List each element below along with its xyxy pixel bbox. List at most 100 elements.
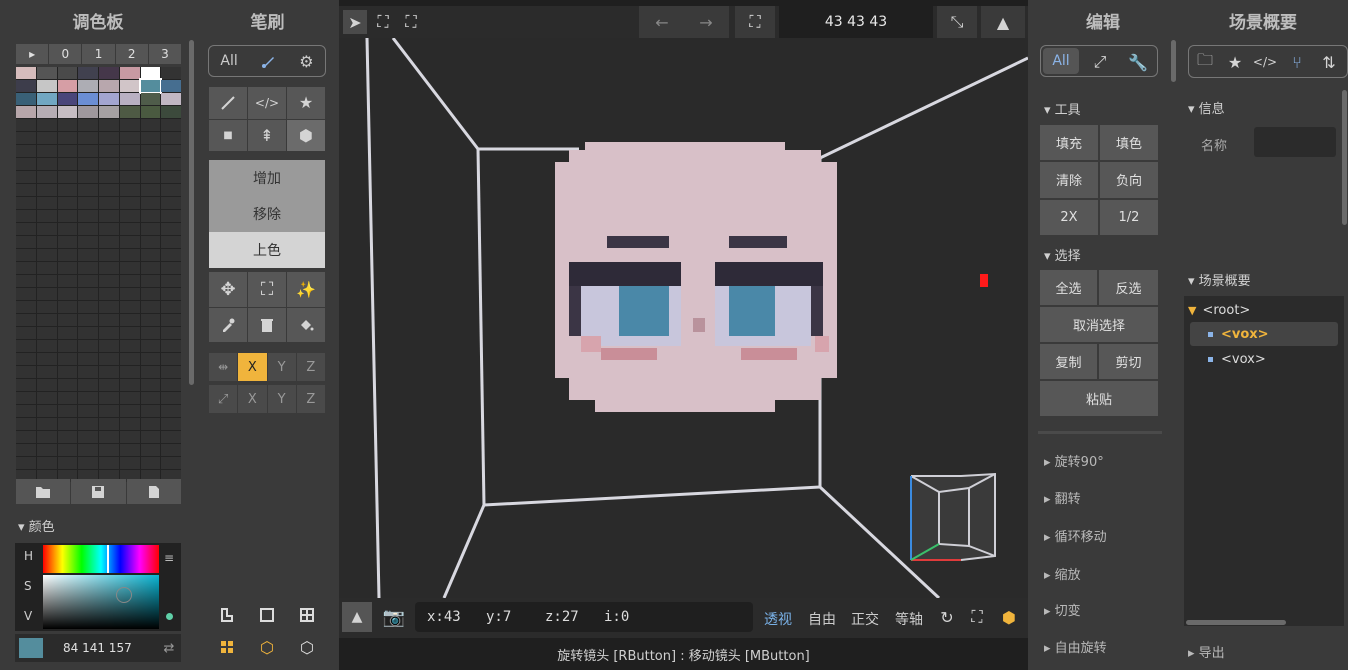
palette-swatch[interactable] bbox=[140, 210, 161, 222]
flip-section[interactable]: ▸ 翻转 bbox=[1044, 488, 1081, 507]
palette-swatch[interactable] bbox=[78, 405, 98, 417]
paint-bucket-icon[interactable] bbox=[287, 307, 325, 342]
palette-swatch[interactable] bbox=[36, 67, 57, 79]
rotate90-section[interactable]: ▸ 旋转90° bbox=[1044, 451, 1104, 470]
palette-swatch[interactable] bbox=[16, 392, 36, 404]
palette-swatch[interactable] bbox=[161, 275, 181, 287]
palette-swatch[interactable] bbox=[99, 93, 119, 105]
palette-swatch[interactable] bbox=[119, 171, 140, 183]
dimension-display[interactable]: 43 43 43 bbox=[779, 6, 933, 38]
palette-swatch[interactable] bbox=[161, 301, 181, 313]
palette-swatch[interactable] bbox=[119, 353, 140, 365]
palette-swatch[interactable] bbox=[140, 444, 161, 456]
palette-swatch[interactable] bbox=[16, 327, 36, 339]
palette-swatch[interactable] bbox=[57, 119, 78, 131]
palette-swatch[interactable] bbox=[36, 262, 57, 274]
palette-swatch[interactable] bbox=[99, 457, 119, 469]
palette-swatch[interactable] bbox=[36, 366, 57, 378]
palette-swatch[interactable] bbox=[161, 340, 181, 352]
palette-swatch[interactable] bbox=[99, 262, 119, 274]
palette-swatch[interactable] bbox=[78, 210, 98, 222]
move-icon[interactable]: ✥ bbox=[209, 272, 247, 307]
palette-swatch[interactable] bbox=[99, 405, 119, 417]
palette-swatch[interactable] bbox=[99, 145, 119, 157]
palette-swatch[interactable] bbox=[36, 210, 57, 222]
palette-swatch[interactable] bbox=[161, 67, 181, 79]
mirror-icon[interactable]: ⇹ bbox=[209, 353, 238, 381]
palette-swatch[interactable] bbox=[78, 457, 98, 469]
select-all-button[interactable]: 全选 bbox=[1040, 270, 1097, 305]
hue-strip[interactable] bbox=[43, 545, 159, 573]
palette-swatch[interactable] bbox=[78, 223, 98, 235]
palette-swatch[interactable] bbox=[36, 288, 57, 300]
palette-swatch[interactable] bbox=[161, 119, 181, 131]
orientation-gizmo[interactable] bbox=[905, 468, 1005, 568]
palette-swatch[interactable] bbox=[36, 353, 57, 365]
palette-swatch[interactable] bbox=[99, 366, 119, 378]
palette-swatch[interactable] bbox=[57, 392, 78, 404]
palette-swatch[interactable] bbox=[78, 67, 98, 79]
save-icon[interactable] bbox=[71, 479, 126, 504]
palette-swatch[interactable] bbox=[99, 327, 119, 339]
palette-swatch[interactable] bbox=[16, 457, 36, 469]
outline-section-header[interactable]: ▾ 场景概要 bbox=[1188, 270, 1251, 289]
palette-swatch[interactable] bbox=[78, 340, 98, 352]
wrench-icon[interactable]: 🔧 bbox=[1123, 50, 1153, 74]
palette-swatch[interactable] bbox=[119, 67, 140, 79]
pointer-icon[interactable]: ➤ bbox=[343, 10, 367, 34]
star-icon[interactable]: ★ bbox=[287, 87, 325, 119]
palette-swatch[interactable] bbox=[99, 444, 119, 456]
palette-swatch[interactable] bbox=[140, 249, 161, 261]
palette-swatch[interactable] bbox=[57, 67, 78, 79]
palette-swatch[interactable] bbox=[99, 275, 119, 287]
brush-filter-all[interactable]: All bbox=[220, 53, 237, 69]
fill-color-button[interactable]: 填色 bbox=[1100, 125, 1158, 161]
palette-swatch[interactable] bbox=[161, 379, 181, 391]
palette-swatch[interactable] bbox=[36, 236, 57, 248]
palette-swatch[interactable] bbox=[161, 145, 181, 157]
palette-swatch[interactable] bbox=[16, 301, 36, 313]
palette-swatch[interactable] bbox=[57, 171, 78, 183]
scale-z-toggle[interactable]: Z bbox=[296, 385, 325, 413]
resize-icon[interactable]: ⤢ bbox=[209, 385, 238, 413]
palette-swatch[interactable] bbox=[57, 275, 78, 287]
palette-swatch[interactable] bbox=[78, 418, 98, 430]
palette-swatch[interactable] bbox=[119, 405, 140, 417]
palette-swatch[interactable] bbox=[36, 457, 57, 469]
extrude-icon[interactable]: ⇞ bbox=[248, 119, 286, 151]
palette-swatch[interactable] bbox=[140, 353, 161, 365]
palette-swatch[interactable] bbox=[57, 80, 78, 92]
palette-swatch[interactable] bbox=[16, 366, 36, 378]
palette-swatch[interactable] bbox=[99, 106, 119, 118]
palette-swatch[interactable] bbox=[78, 353, 98, 365]
palette-swatch[interactable] bbox=[119, 288, 140, 300]
line-icon[interactable] bbox=[209, 87, 247, 119]
palette-swatch[interactable] bbox=[36, 392, 57, 404]
camera-icon[interactable]: 📷 bbox=[379, 602, 409, 632]
clear-button[interactable]: 清除 bbox=[1040, 162, 1098, 198]
select-box-icon[interactable]: ⛶ bbox=[248, 272, 286, 307]
palette-swatch[interactable] bbox=[57, 106, 78, 118]
palette-swatch[interactable] bbox=[161, 210, 181, 222]
palette-swatch[interactable] bbox=[78, 431, 98, 443]
tree-scrollbar-h[interactable] bbox=[1186, 620, 1286, 625]
cube-outline-icon[interactable]: ⬡ bbox=[256, 636, 278, 658]
palette-swatch[interactable] bbox=[119, 132, 140, 144]
mirror-x-toggle[interactable]: X bbox=[238, 353, 267, 381]
cube-view-icon[interactable]: ⬢ bbox=[998, 606, 1020, 628]
rgb-value[interactable]: 84 141 157 bbox=[63, 641, 132, 655]
palette-swatch[interactable] bbox=[161, 80, 181, 92]
trash-icon[interactable] bbox=[248, 307, 286, 342]
reset-view-icon[interactable]: ↻ bbox=[936, 606, 958, 628]
palette-swatch[interactable] bbox=[57, 301, 78, 313]
palette-swatch[interactable] bbox=[119, 93, 140, 105]
info-section-header[interactable]: ▾ 信息 bbox=[1188, 98, 1225, 117]
palette-swatch[interactable] bbox=[140, 262, 161, 274]
layout-corner-icon[interactable] bbox=[216, 604, 238, 626]
script-icon[interactable]: </> bbox=[1253, 50, 1277, 74]
palette-swatch[interactable] bbox=[78, 314, 98, 326]
palette-swatch[interactable] bbox=[119, 184, 140, 196]
palette-swatch[interactable] bbox=[36, 418, 57, 430]
palette-swatch[interactable] bbox=[99, 236, 119, 248]
gear-icon[interactable]: ⚙ bbox=[299, 52, 313, 71]
